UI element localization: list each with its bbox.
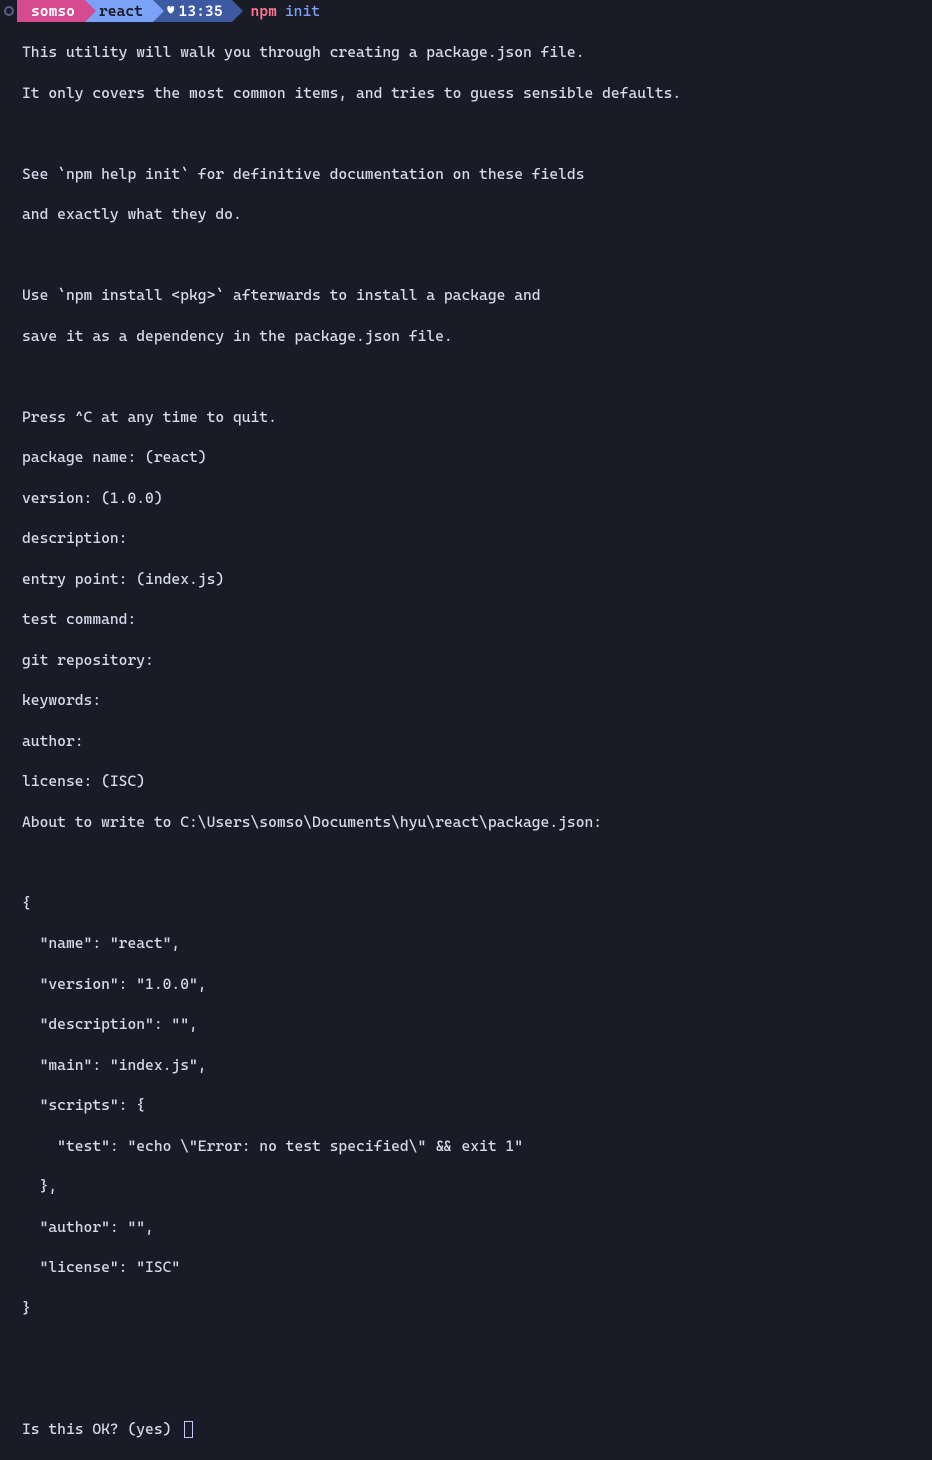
output-line [22,852,932,872]
output-line: and exactly what they do. [22,204,932,224]
confirmation-prompt[interactable]: Is this OK? (yes) [22,1419,932,1439]
output-line: entry point: (index.js) [22,569,932,589]
output-line: author: [22,731,932,751]
output-line: "author": "", [22,1217,932,1237]
prompt-time-segment: ♥ 13:35 [153,0,233,22]
confirmation-text: Is this OK? (yes) [22,1420,180,1438]
output-line: It only covers the most common items, an… [22,83,932,103]
output-line [22,366,932,386]
output-line: "version": "1.0.0", [22,974,932,994]
output-line: save it as a dependency in the package.j… [22,326,932,346]
prompt-time: 13:35 [179,1,223,21]
output-line [22,1379,932,1399]
output-line: "name": "react", [22,933,932,953]
output-line: See `npm help init` for definitive docum… [22,164,932,184]
window-indicator-icon [4,6,14,16]
output-line: license: (ISC) [22,771,932,791]
command-area[interactable]: npm init [232,1,320,21]
cursor-icon [184,1421,193,1438]
terminal-output[interactable]: This utility will walk you through creat… [0,22,932,1460]
prompt-row: somso react ♥ 13:35 npm init [0,0,932,22]
output-line: { [22,893,932,913]
output-line: package name: (react) [22,447,932,467]
output-line: test command: [22,609,932,629]
output-line: } [22,1298,932,1318]
output-line [22,123,932,143]
heart-icon: ♥ [167,2,175,20]
output-line [22,1338,932,1358]
output-line: }, [22,1176,932,1196]
output-line: This utility will walk you through creat… [22,42,932,62]
output-line: "license": "ISC" [22,1257,932,1277]
output-line: description: [22,528,932,548]
prompt-user: somso [31,1,75,21]
output-line [22,245,932,265]
output-line: version: (1.0.0) [22,488,932,508]
command-argument: init [285,1,320,21]
command-executable: npm [250,1,276,21]
output-line: git repository: [22,650,932,670]
output-line: Use `npm install <pkg>` afterwards to in… [22,285,932,305]
output-line: Press ^C at any time to quit. [22,407,932,427]
output-line: About to write to C:\Users\somso\Documen… [22,812,932,832]
output-line: "test": "echo \"Error: no test specified… [22,1136,932,1156]
output-line: keywords: [22,690,932,710]
prompt-user-segment: somso [17,0,85,22]
output-line: "scripts": { [22,1095,932,1115]
output-line: "description": "", [22,1014,932,1034]
output-line: "main": "index.js", [22,1055,932,1075]
prompt-dir: react [99,1,143,21]
